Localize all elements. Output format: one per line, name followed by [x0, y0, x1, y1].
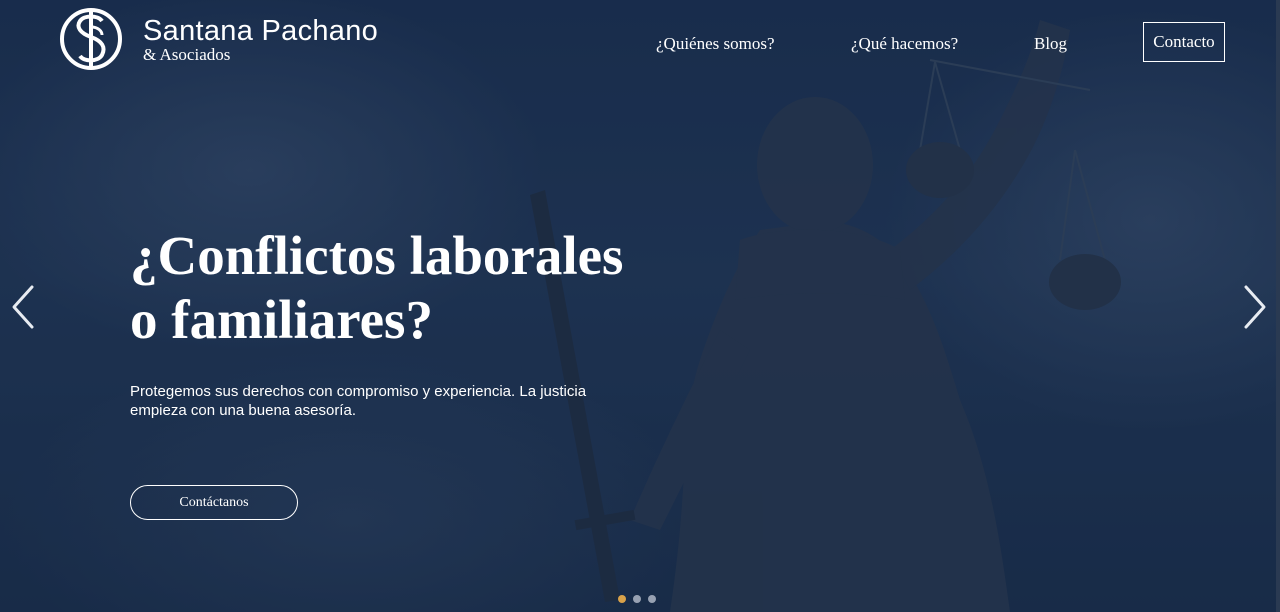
chevron-left-icon[interactable]	[8, 284, 38, 330]
hero-headline: ¿Conflictos laborales o familiares?	[130, 224, 623, 352]
nav-link-que-hacemos[interactable]: ¿Qué hacemos?	[851, 34, 958, 54]
chevron-right-icon[interactable]	[1240, 284, 1270, 330]
site-header: Santana Pachano & Asociados ¿Quiénes som…	[0, 0, 1280, 90]
hero-headline-line-1: ¿Conflictos laborales	[130, 225, 624, 286]
page-scrollbar[interactable]	[1276, 0, 1280, 612]
carousel-dot-3[interactable]	[648, 595, 656, 603]
sp-monogram-icon[interactable]	[58, 5, 124, 73]
nav-contact-button[interactable]: Contacto	[1143, 22, 1225, 62]
brand-subtitle: & Asociados	[143, 45, 231, 64]
hero-headline-line-2: o familiares?	[130, 289, 433, 350]
carousel-dot-1[interactable]	[618, 595, 626, 603]
nav-link-blog[interactable]: Blog	[1034, 34, 1067, 54]
carousel-dot-2[interactable]	[633, 595, 641, 603]
brand-name[interactable]: Santana Pachano	[143, 15, 378, 48]
contact-cta-button[interactable]: Contáctanos	[130, 485, 298, 520]
hero-subtitle: Protegemos sus derechos con compromiso y…	[130, 383, 587, 419]
carousel-indicators	[618, 595, 656, 603]
nav-link-quienes-somos[interactable]: ¿Quiénes somos?	[656, 34, 775, 54]
